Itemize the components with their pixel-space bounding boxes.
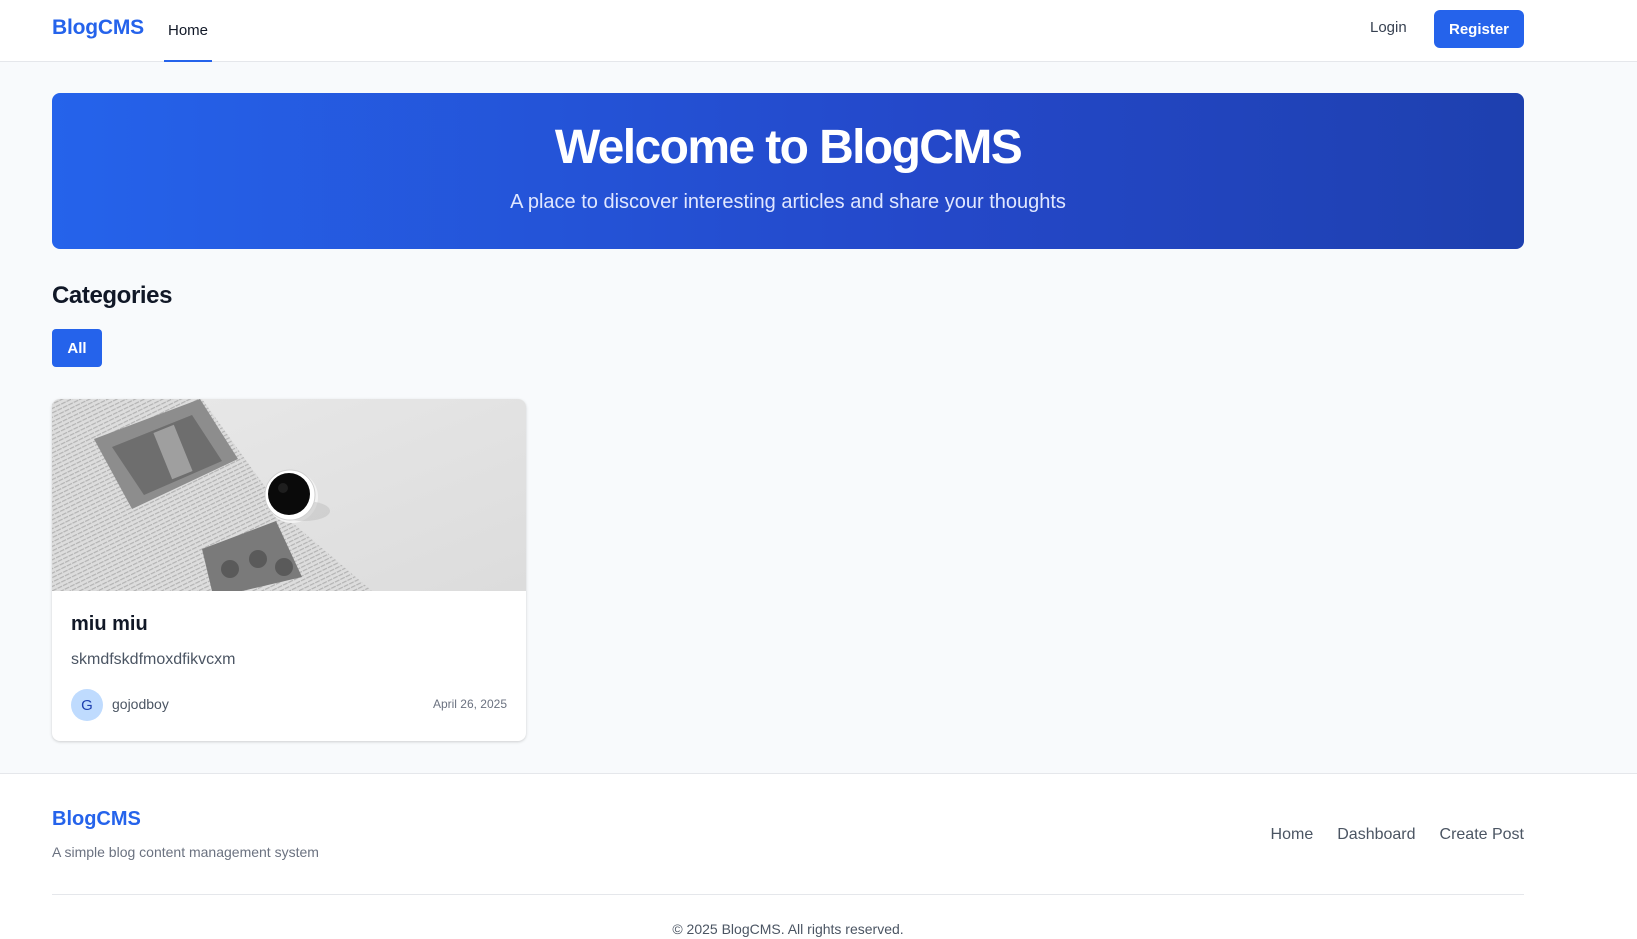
hero-title: Welcome to BlogCMS — [554, 121, 1023, 174]
brand-logo[interactable]: BlogCMS — [52, 16, 144, 40]
post-title[interactable]: miu miu — [71, 613, 148, 636]
hero-subtitle: A place to discover interesting articles… — [510, 191, 1066, 213]
post-author: gojodboy — [112, 696, 169, 712]
category-filter-all[interactable]: All — [52, 329, 102, 367]
categories-heading: Categories — [52, 282, 173, 309]
footer-link-dashboard[interactable]: Dashboard — [1337, 826, 1415, 844]
login-link[interactable]: Login — [1370, 19, 1407, 36]
hero-banner: Welcome to BlogCMS A place to discover i… — [52, 93, 1524, 249]
footer-link-create-post[interactable]: Create Post — [1440, 826, 1524, 844]
footer: BlogCMS A simple blog content management… — [0, 773, 1637, 939]
newspaper-coffee-image — [52, 399, 526, 591]
post-card[interactable]: miu miu skmdfskdfmoxdfikvcxm G gojodboy … — [52, 399, 526, 741]
register-button[interactable]: Register — [1434, 10, 1524, 48]
footer-link-home[interactable]: Home — [1271, 826, 1314, 844]
copyright: © 2025 BlogCMS. All rights reserved. — [672, 921, 904, 937]
footer-divider — [52, 894, 1524, 895]
nav-home-link[interactable]: Home — [164, 0, 212, 62]
author-avatar: G — [71, 689, 103, 721]
footer-nav: Home Dashboard Create Post — [1271, 826, 1524, 844]
post-date: April 26, 2025 — [432, 697, 507, 711]
footer-tagline: A simple blog content management system — [52, 844, 319, 860]
post-excerpt: skmdfskdfmoxdfikvcxm — [71, 651, 236, 668]
footer-brand: BlogCMS — [52, 808, 141, 830]
navbar: BlogCMS Home Login Register — [0, 0, 1637, 62]
